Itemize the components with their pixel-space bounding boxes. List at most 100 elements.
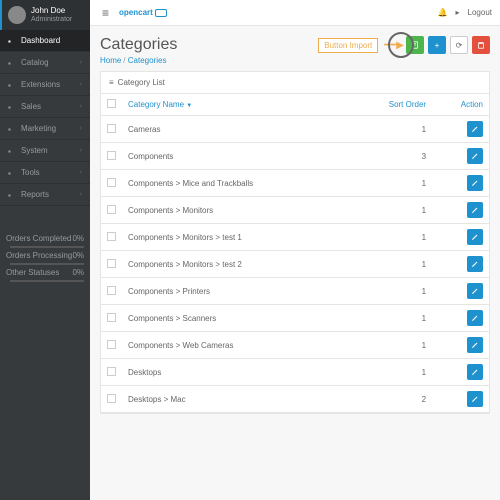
sidebar-item-tools[interactable]: ▪Tools› xyxy=(0,162,90,184)
row-name: Cameras xyxy=(122,116,350,143)
table-row: Cameras1 xyxy=(101,116,489,143)
row-sort: 1 xyxy=(350,170,432,197)
edit-button[interactable] xyxy=(467,148,483,164)
row-checkbox[interactable] xyxy=(107,124,116,133)
row-checkbox[interactable] xyxy=(107,394,116,403)
edit-button[interactable] xyxy=(467,283,483,299)
col-name[interactable]: Category Name ▼ xyxy=(122,94,350,116)
nav-label: Catalog xyxy=(21,58,49,67)
row-checkbox[interactable] xyxy=(107,340,116,349)
select-all-checkbox[interactable] xyxy=(107,99,116,108)
row-name: Desktops xyxy=(122,359,350,386)
sidebar-item-dashboard[interactable]: ▪ Dashboard xyxy=(0,30,90,52)
edit-button[interactable] xyxy=(467,202,483,218)
row-checkbox[interactable] xyxy=(107,178,116,187)
breadcrumb-current[interactable]: Categories xyxy=(128,56,167,65)
row-checkbox[interactable] xyxy=(107,259,116,268)
add-button[interactable]: + xyxy=(428,36,446,54)
edit-button[interactable] xyxy=(467,175,483,191)
row-sort: 1 xyxy=(350,305,432,332)
nav-icon: ▪ xyxy=(8,147,16,155)
sidebar-item-extensions[interactable]: ▪ Extensions › xyxy=(0,74,90,96)
table-row: Components > Mice and Trackballs1 xyxy=(101,170,489,197)
sidebar-item-catalog[interactable]: ▪ Catalog › xyxy=(0,52,90,74)
nav-icon: ▪ xyxy=(8,37,16,45)
flag-icon[interactable]: ▸ xyxy=(456,8,460,17)
row-checkbox[interactable] xyxy=(107,367,116,376)
row-name: Components > Mice and Trackballs xyxy=(122,170,350,197)
row-checkbox[interactable] xyxy=(107,205,116,214)
row-name: Components > Scanners xyxy=(122,305,350,332)
nav-label: Dashboard xyxy=(21,36,60,45)
avatar xyxy=(8,6,26,24)
stat-row: Orders Processing0% xyxy=(6,248,84,263)
nav-label: System xyxy=(21,146,48,155)
row-checkbox[interactable] xyxy=(107,151,116,160)
table-row: Desktops > Mac2 xyxy=(101,386,489,413)
row-sort: 1 xyxy=(350,197,432,224)
chevron-right-icon: › xyxy=(80,59,82,66)
row-sort: 1 xyxy=(350,116,432,143)
sort-desc-icon: ▼ xyxy=(186,103,192,109)
table-row: Components > Monitors > test 21 xyxy=(101,251,489,278)
user-role: Administrator xyxy=(31,16,72,24)
table-row: Components3 xyxy=(101,143,489,170)
nav-label: Extensions xyxy=(21,80,60,89)
stat-label: Orders Completed xyxy=(6,234,71,243)
row-checkbox[interactable] xyxy=(107,286,116,295)
row-name: Components > Printers xyxy=(122,278,350,305)
edit-button[interactable] xyxy=(467,310,483,326)
stat-bar xyxy=(10,280,84,282)
col-sort[interactable]: Sort Order xyxy=(350,94,432,116)
row-sort: 1 xyxy=(350,224,432,251)
edit-button[interactable] xyxy=(467,229,483,245)
import-button[interactable] xyxy=(406,36,424,54)
import-callout-label: Button Import xyxy=(318,38,378,53)
table-row: Components > Monitors > test 11 xyxy=(101,224,489,251)
chevron-right-icon: › xyxy=(80,81,82,88)
row-name: Components > Web Cameras xyxy=(122,332,350,359)
row-checkbox[interactable] xyxy=(107,313,116,322)
sidebar-item-system[interactable]: ▪ System › xyxy=(0,140,90,162)
nav-label: Sales xyxy=(21,102,41,111)
nav-icon: ▪ xyxy=(8,103,16,111)
nav-icon: ▪ xyxy=(8,59,16,67)
chevron-right-icon: › xyxy=(80,191,82,198)
row-name: Components xyxy=(122,143,350,170)
list-icon: ≡ xyxy=(109,78,114,87)
delete-button[interactable] xyxy=(472,36,490,54)
nav-label: Reports xyxy=(21,190,49,199)
menu-toggle-icon[interactable]: ≡ xyxy=(98,6,113,20)
sidebar-item-sales[interactable]: ▪ Sales › xyxy=(0,96,90,118)
nav-icon: ▪ xyxy=(8,169,16,177)
row-sort: 2 xyxy=(350,386,432,413)
table-row: Components > Web Cameras1 xyxy=(101,332,489,359)
rebuild-button[interactable]: ⟳ xyxy=(450,36,468,54)
table-row: Desktops1 xyxy=(101,359,489,386)
logo[interactable]: opencart xyxy=(119,8,167,17)
edit-button[interactable] xyxy=(467,364,483,380)
panel-title: ≡ Category List xyxy=(101,72,489,94)
chevron-right-icon: › xyxy=(80,103,82,110)
sidebar-item-reports[interactable]: ▪ Reports › xyxy=(0,184,90,206)
edit-button[interactable] xyxy=(467,391,483,407)
sidebar-item-marketing[interactable]: ▪ Marketing › xyxy=(0,118,90,140)
edit-button[interactable] xyxy=(467,256,483,272)
chevron-right-icon: › xyxy=(80,125,82,132)
nav-icon: ▪ xyxy=(8,81,16,89)
nav-icon: ▪ xyxy=(8,125,16,133)
row-checkbox[interactable] xyxy=(107,232,116,241)
notification-icon[interactable]: 🔔 xyxy=(438,8,448,17)
nav-icon: ▪ xyxy=(8,191,16,199)
nav-label: Tools xyxy=(21,168,40,177)
breadcrumb-home[interactable]: Home xyxy=(100,56,121,65)
edit-button[interactable] xyxy=(467,337,483,353)
logout-link[interactable]: Logout xyxy=(468,8,492,17)
row-sort: 1 xyxy=(350,278,432,305)
edit-button[interactable] xyxy=(467,121,483,137)
stat-pct: 0% xyxy=(72,234,84,243)
nav-label: Marketing xyxy=(21,124,56,133)
chevron-right-icon: › xyxy=(80,147,82,154)
table-row: Components > Printers1 xyxy=(101,278,489,305)
row-sort: 1 xyxy=(350,332,432,359)
